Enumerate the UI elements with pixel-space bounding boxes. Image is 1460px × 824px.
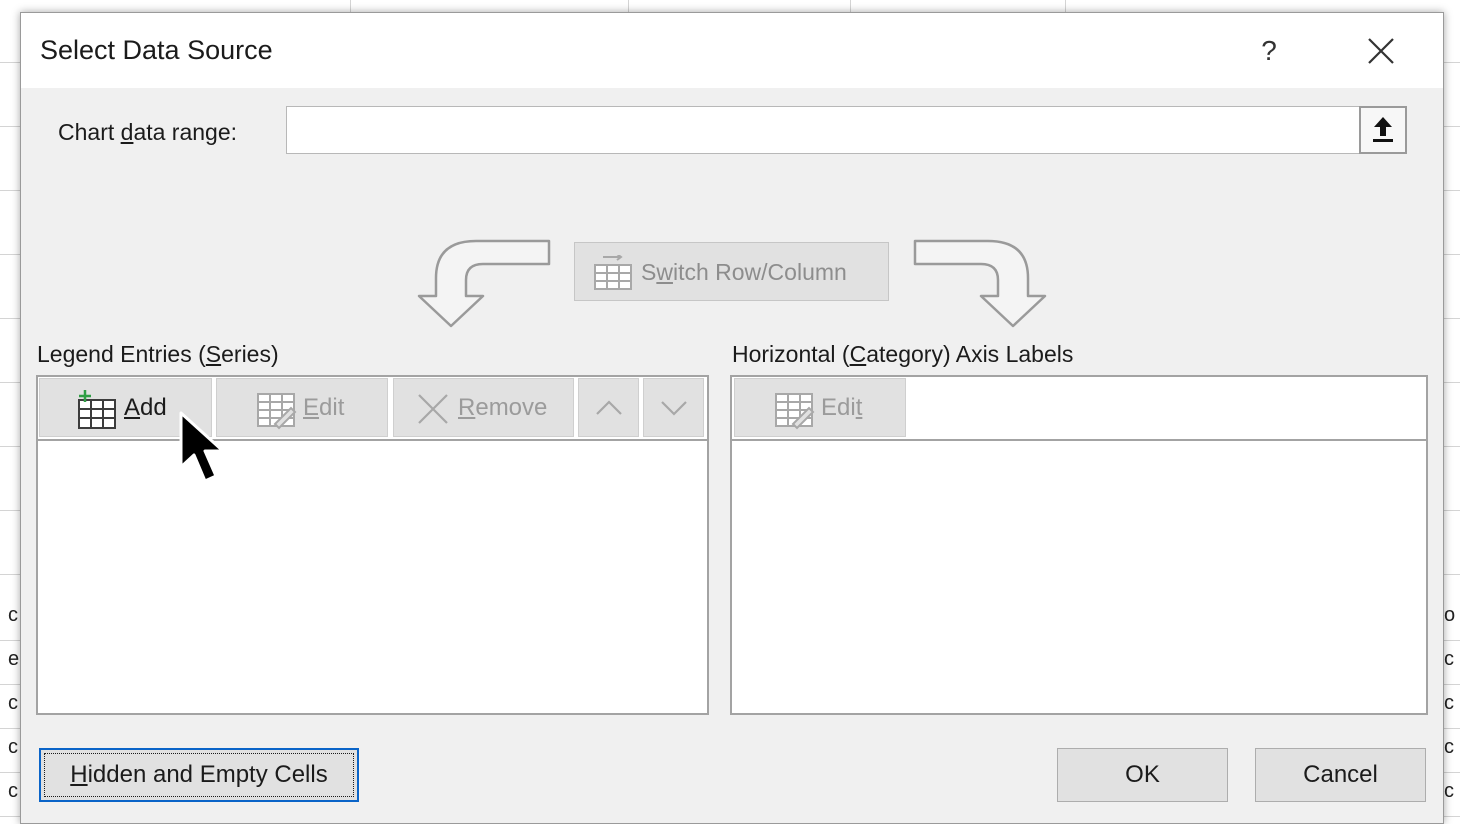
chart-data-range-label: Chart data range: <box>58 119 238 145</box>
remove-series-button[interactable]: Remove <box>393 378 574 437</box>
collapse-range-button[interactable] <box>1359 106 1407 154</box>
dialog-titlebar: Select Data Source ? <box>21 13 1443 88</box>
right-curved-arrow-icon <box>913 239 1047 328</box>
switch-row-column-icon <box>594 255 632 290</box>
remove-x-icon <box>418 394 448 424</box>
edit-series-label: Edit <box>303 394 345 421</box>
cell-fragment: c <box>1444 780 1454 802</box>
edit-table-icon <box>775 393 815 430</box>
chart-data-range-input[interactable] <box>286 106 1406 154</box>
dialog-title: Select Data Source <box>40 35 273 65</box>
cancel-button[interactable]: Cancel <box>1255 748 1426 802</box>
cell-fragment: c <box>8 736 18 758</box>
cell-fragment: e <box>8 648 20 670</box>
switch-row-column-label: Switch Row/Column <box>641 259 847 285</box>
move-up-button[interactable] <box>578 378 639 437</box>
mouse-pointer-icon <box>179 411 225 483</box>
edit-table-icon <box>257 393 297 430</box>
cell-fragment: c <box>1444 736 1454 758</box>
add-table-icon <box>78 390 116 429</box>
cell-fragment: c <box>8 692 18 714</box>
edit-axis-labels-button[interactable]: Edit <box>734 378 906 437</box>
cell-fragment: c <box>1444 692 1454 714</box>
close-icon <box>1368 38 1394 64</box>
chevron-down-icon <box>661 401 687 416</box>
ok-button[interactable]: OK <box>1057 748 1228 802</box>
cell-fragment: c <box>8 604 18 626</box>
edit-axis-labels-label: Edit <box>821 394 863 421</box>
edit-series-button[interactable]: Edit <box>216 378 388 437</box>
hidden-and-empty-cells-button[interactable]: Hidden and Empty Cells <box>39 748 359 802</box>
help-button[interactable]: ? <box>1247 29 1291 73</box>
move-down-button[interactable] <box>643 378 704 437</box>
switch-row-column-button[interactable]: Switch Row/Column <box>574 242 889 301</box>
axis-labels-heading: Horizontal (Category) Axis Labels <box>732 341 1074 367</box>
select-data-source-dialog: Select Data Source ? Chart data range: S… <box>20 12 1444 824</box>
collapse-dialog-icon <box>1373 117 1393 142</box>
legend-entries-heading: Legend Entries (Series) <box>37 341 279 367</box>
cell-fragment: o <box>1444 604 1456 626</box>
left-curved-arrow-icon <box>417 239 551 328</box>
remove-series-label: Remove <box>458 394 548 421</box>
add-series-label: Add <box>124 394 167 421</box>
cell-fragment: c <box>8 780 18 802</box>
cell-fragment: c <box>1444 648 1454 670</box>
close-button[interactable] <box>1359 29 1403 73</box>
chevron-up-icon <box>596 400 622 415</box>
